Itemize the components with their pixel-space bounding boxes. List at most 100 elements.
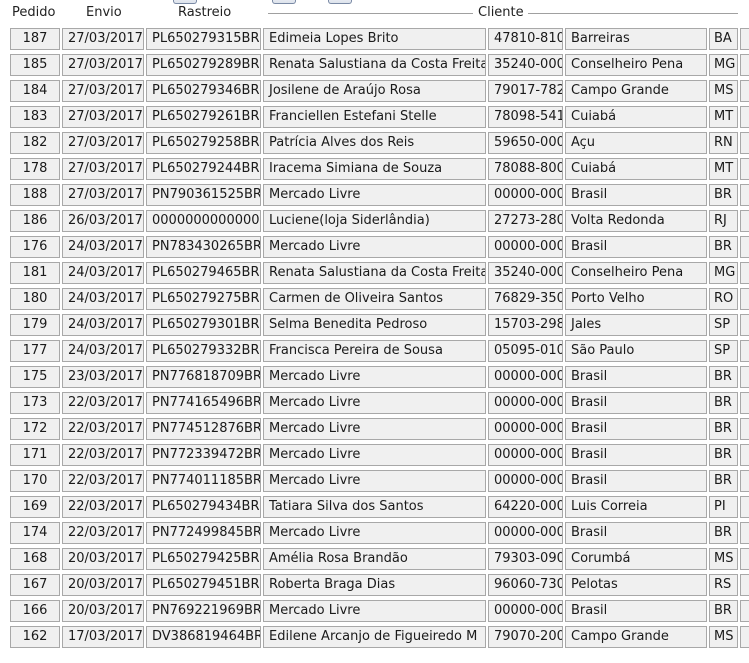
cliente-nome-cell[interactable]: Mercado Livre xyxy=(263,392,486,414)
extra-cell[interactable] xyxy=(740,80,749,102)
pedido-cell[interactable]: 184 xyxy=(10,80,60,102)
extra-cell[interactable] xyxy=(740,132,749,154)
uf-cell[interactable]: RJ xyxy=(709,210,738,232)
envio-cell[interactable]: 27/03/2017 xyxy=(62,184,144,206)
cliente-nome-cell[interactable]: Mercado Livre xyxy=(263,600,486,622)
pedido-cell[interactable]: 169 xyxy=(10,496,60,518)
uf-cell[interactable]: MS xyxy=(709,548,738,570)
cliente-nome-cell[interactable]: Mercado Livre xyxy=(263,366,486,388)
cep-cell[interactable]: 05095-010 xyxy=(488,340,563,362)
envio-cell[interactable]: 23/03/2017 xyxy=(62,366,144,388)
envio-cell[interactable]: 27/03/2017 xyxy=(62,80,144,102)
cliente-nome-cell[interactable]: Francisca Pereira de Sousa xyxy=(263,340,486,362)
cidade-cell[interactable]: Açu xyxy=(565,132,707,154)
uf-cell[interactable]: BR xyxy=(709,600,738,622)
cliente-nome-cell[interactable]: Josilene de Araújo Rosa xyxy=(263,80,486,102)
cidade-cell[interactable]: Brasil xyxy=(565,470,707,492)
rastreio-cell[interactable]: PN790361525BR xyxy=(146,184,261,206)
envio-cell[interactable]: 22/03/2017 xyxy=(62,496,144,518)
cep-cell[interactable]: 15703-298 xyxy=(488,314,563,336)
rastreio-cell[interactable]: PN774011185BR xyxy=(146,470,261,492)
pedido-cell[interactable]: 173 xyxy=(10,392,60,414)
envio-cell[interactable]: 27/03/2017 xyxy=(62,106,144,128)
extra-cell[interactable] xyxy=(740,184,749,206)
cidade-cell[interactable]: Porto Velho xyxy=(565,288,707,310)
table-row[interactable]: 169 22/03/2017 PL650279434BR Tatiara Silva … xyxy=(0,496,749,518)
cidade-cell[interactable]: Brasil xyxy=(565,366,707,388)
extra-cell[interactable] xyxy=(740,522,749,544)
extra-cell[interactable] xyxy=(740,236,749,258)
uf-cell[interactable]: RN xyxy=(709,132,738,154)
uf-cell[interactable]: MG xyxy=(709,54,738,76)
cidade-cell[interactable]: Conselheiro Pena xyxy=(565,54,707,76)
cliente-nome-cell[interactable]: Roberta Braga Dias xyxy=(263,574,486,596)
rastreio-cell[interactable]: PL650279346BR xyxy=(146,80,261,102)
envio-cell[interactable]: 27/03/2017 xyxy=(62,54,144,76)
uf-cell[interactable]: BR xyxy=(709,470,738,492)
cidade-cell[interactable]: Brasil xyxy=(565,392,707,414)
rastreio-cell[interactable]: PL650279258BR xyxy=(146,132,261,154)
cep-cell[interactable]: 00000-000 xyxy=(488,184,563,206)
pedido-cell[interactable]: 166 xyxy=(10,600,60,622)
cep-cell[interactable]: 59650-000 xyxy=(488,132,563,154)
envio-cell[interactable]: 20/03/2017 xyxy=(62,600,144,622)
cidade-cell[interactable]: Pelotas xyxy=(565,574,707,596)
pedido-cell[interactable]: 162 xyxy=(10,626,60,648)
cidade-cell[interactable]: Barreiras xyxy=(565,28,707,50)
extra-cell[interactable] xyxy=(740,418,749,440)
pedido-cell[interactable]: 168 xyxy=(10,548,60,570)
rastreio-cell[interactable]: PL650279244BR xyxy=(146,158,261,180)
cep-cell[interactable]: 79017-782 xyxy=(488,80,563,102)
cidade-cell[interactable]: Volta Redonda xyxy=(565,210,707,232)
uf-cell[interactable]: PI xyxy=(709,496,738,518)
cep-cell[interactable]: 96060-730 xyxy=(488,574,563,596)
cidade-cell[interactable]: Brasil xyxy=(565,418,707,440)
cidade-cell[interactable]: Corumbá xyxy=(565,548,707,570)
cliente-nome-cell[interactable]: Mercado Livre xyxy=(263,418,486,440)
pedido-cell[interactable]: 185 xyxy=(10,54,60,76)
header-button[interactable] xyxy=(272,0,296,4)
cliente-nome-cell[interactable]: Franciellen Estefani Stelle xyxy=(263,106,486,128)
rastreio-cell[interactable]: PL650279275BR xyxy=(146,288,261,310)
cidade-cell[interactable]: Brasil xyxy=(565,600,707,622)
cep-cell[interactable]: 76829-350 xyxy=(488,288,563,310)
envio-cell[interactable]: 22/03/2017 xyxy=(62,392,144,414)
cidade-cell[interactable]: Brasil xyxy=(565,522,707,544)
rastreio-cell[interactable]: PN776818709BR xyxy=(146,366,261,388)
table-row[interactable]: 166 20/03/2017 PN769221969BR Mercado Livre 0… xyxy=(0,600,749,622)
envio-cell[interactable]: 27/03/2017 xyxy=(62,28,144,50)
table-row[interactable]: 175 23/03/2017 PN776818709BR Mercado Livre 0… xyxy=(0,366,749,388)
cidade-cell[interactable]: Brasil xyxy=(565,236,707,258)
cidade-cell[interactable]: Brasil xyxy=(565,184,707,206)
uf-cell[interactable]: SP xyxy=(709,340,738,362)
cep-cell[interactable]: 27273-280 xyxy=(488,210,563,232)
rastreio-cell[interactable]: PL650279332BR xyxy=(146,340,261,362)
cidade-cell[interactable]: Campo Grande xyxy=(565,626,707,648)
rastreio-cell[interactable]: PL650279289BR xyxy=(146,54,261,76)
envio-cell[interactable]: 20/03/2017 xyxy=(62,574,144,596)
extra-cell[interactable] xyxy=(740,574,749,596)
table-row[interactable]: 186 26/03/2017 0000000000000 Luciene(loja S… xyxy=(0,210,749,232)
table-row[interactable]: 182 27/03/2017 PL650279258BR Patrícia Alves… xyxy=(0,132,749,154)
rastreio-cell[interactable]: PL650279425BR xyxy=(146,548,261,570)
table-row[interactable]: 176 24/03/2017 PN783430265BR Mercado Livre 0… xyxy=(0,236,749,258)
cliente-nome-cell[interactable]: Mercado Livre xyxy=(263,444,486,466)
rastreio-cell[interactable]: PN769221969BR xyxy=(146,600,261,622)
extra-cell[interactable] xyxy=(740,54,749,76)
rastreio-cell[interactable]: PN774165496BR xyxy=(146,392,261,414)
envio-cell[interactable]: 24/03/2017 xyxy=(62,288,144,310)
pedido-cell[interactable]: 167 xyxy=(10,574,60,596)
cliente-nome-cell[interactable]: Edilene Arcanjo de Figueiredo M xyxy=(263,626,486,648)
pedido-cell[interactable]: 187 xyxy=(10,28,60,50)
cep-cell[interactable]: 00000-000 xyxy=(488,236,563,258)
cep-cell[interactable]: 00000-000 xyxy=(488,418,563,440)
envio-cell[interactable]: 17/03/2017 xyxy=(62,626,144,648)
uf-cell[interactable]: MS xyxy=(709,80,738,102)
cliente-nome-cell[interactable]: Patrícia Alves dos Reis xyxy=(263,132,486,154)
envio-cell[interactable]: 24/03/2017 xyxy=(62,340,144,362)
pedido-cell[interactable]: 186 xyxy=(10,210,60,232)
pedido-cell[interactable]: 174 xyxy=(10,522,60,544)
cep-cell[interactable]: 35240-000 xyxy=(488,262,563,284)
envio-cell[interactable]: 24/03/2017 xyxy=(62,314,144,336)
pedido-cell[interactable]: 183 xyxy=(10,106,60,128)
